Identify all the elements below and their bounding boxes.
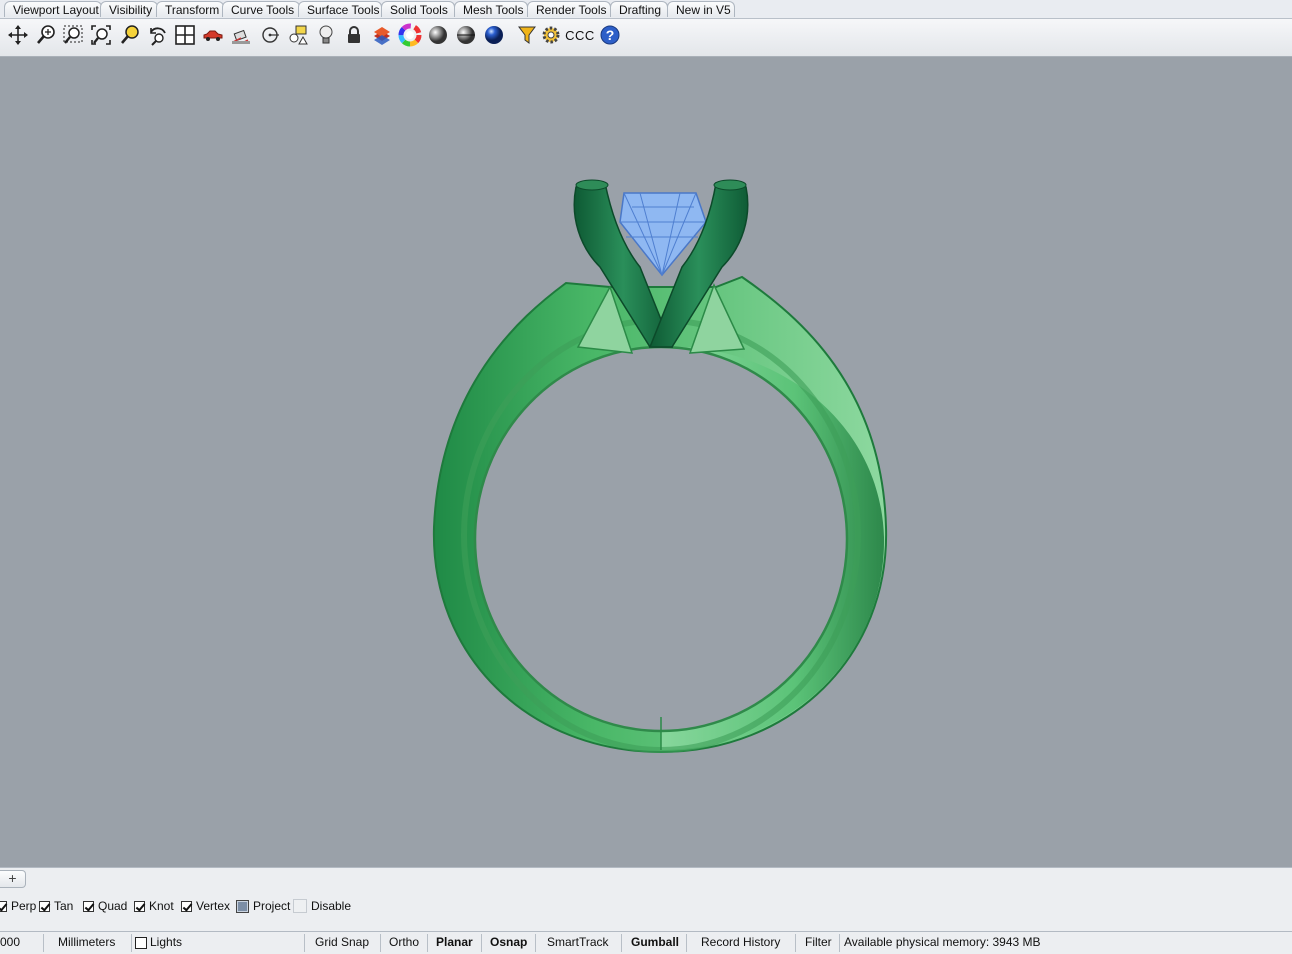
layer-pane[interactable]: Lights bbox=[135, 932, 182, 953]
osnap-panel: + Perp Tan Quad Knot Vertex Project Disa… bbox=[0, 867, 1292, 932]
vertex-label: Vertex bbox=[196, 899, 231, 913]
project-checkbox[interactable] bbox=[236, 899, 249, 913]
osnap-quad[interactable]: Quad bbox=[83, 898, 127, 914]
tab-viewport-layout[interactable]: Viewport Layout bbox=[4, 1, 102, 17]
tab-drafting[interactable]: Drafting bbox=[610, 1, 668, 17]
tab-new-in-v5[interactable]: New in V5 bbox=[667, 1, 735, 17]
tab-label: Drafting bbox=[619, 3, 662, 17]
light-bulb-icon[interactable] bbox=[313, 22, 339, 48]
tab-surface-tools[interactable]: Surface Tools bbox=[298, 1, 382, 17]
tab-label: Visibility bbox=[109, 3, 153, 17]
planar-toggle[interactable]: Planar bbox=[436, 932, 473, 953]
help-icon[interactable]: ? bbox=[597, 22, 623, 48]
divider bbox=[304, 934, 305, 952]
tab-label: New in V5 bbox=[676, 3, 731, 17]
perp-checkbox[interactable] bbox=[0, 900, 7, 912]
tab-label: Transform bbox=[165, 3, 220, 17]
svg-text:?: ? bbox=[606, 27, 615, 43]
ortho-toggle[interactable]: Ortho bbox=[389, 932, 419, 953]
osnap-project[interactable]: Project bbox=[236, 898, 290, 914]
zoom-extents-icon[interactable] bbox=[88, 22, 114, 48]
pan-icon[interactable] bbox=[5, 22, 31, 48]
ribbon-tab-strip: Viewport Layout Visibility Transform Cur… bbox=[0, 0, 1292, 19]
tan-label: Tan bbox=[54, 899, 74, 913]
ccc-label: CCC bbox=[565, 27, 595, 43]
gear-icon[interactable] bbox=[538, 22, 564, 48]
smarttrack-toggle[interactable]: SmartTrack bbox=[547, 932, 609, 953]
four-viewports-icon[interactable] bbox=[172, 22, 198, 48]
zoom-icon[interactable] bbox=[33, 22, 59, 48]
circle-snap-icon[interactable] bbox=[257, 22, 283, 48]
tab-label: Surface Tools bbox=[307, 3, 380, 17]
divider bbox=[43, 934, 44, 952]
divider bbox=[427, 934, 428, 952]
filter-toggle[interactable]: Filter bbox=[805, 932, 832, 953]
coordinate-readout: 000 bbox=[0, 935, 21, 949]
project-label: Project bbox=[253, 899, 291, 913]
tab-mesh-tools[interactable]: Mesh Tools bbox=[454, 1, 528, 17]
osnap-toggle[interactable]: Osnap bbox=[490, 932, 527, 953]
material-sphere-icon[interactable] bbox=[481, 22, 507, 48]
tab-label: Mesh Tools bbox=[463, 3, 524, 17]
add-panel-tab-button[interactable]: + bbox=[0, 870, 26, 888]
layer-shapes-icon[interactable] bbox=[285, 22, 311, 48]
divider bbox=[621, 934, 622, 952]
osnap-knot[interactable]: Knot bbox=[134, 898, 174, 914]
filter-icon[interactable] bbox=[514, 22, 540, 48]
tab-visibility[interactable]: Visibility bbox=[100, 1, 158, 17]
tab-label: Render Tools bbox=[536, 3, 607, 17]
osnap-tan[interactable]: Tan bbox=[39, 898, 73, 914]
memory-status: Available physical memory: 3943 MB bbox=[844, 935, 1041, 949]
knot-label: Knot bbox=[149, 899, 174, 913]
tab-curve-tools[interactable]: Curve Tools bbox=[222, 1, 300, 17]
tab-label: Viewport Layout bbox=[13, 3, 99, 17]
perspective-viewport[interactable] bbox=[0, 57, 1292, 867]
ring-model[interactable] bbox=[0, 57, 1292, 867]
tab-transform[interactable]: Transform bbox=[156, 1, 224, 17]
zoom-selected-icon[interactable] bbox=[117, 22, 143, 48]
camera-icon[interactable] bbox=[228, 22, 254, 48]
zoom-window-icon[interactable] bbox=[60, 22, 86, 48]
tab-solid-tools[interactable]: Solid Tools bbox=[381, 1, 455, 17]
osnap-vertex[interactable]: Vertex bbox=[181, 898, 230, 914]
grid-snap-toggle[interactable]: Grid Snap bbox=[315, 932, 369, 953]
car-icon[interactable] bbox=[200, 22, 226, 48]
tab-label: Solid Tools bbox=[390, 3, 448, 17]
status-bar: 000 Millimeters Lights Grid Snap Ortho P… bbox=[0, 931, 1292, 954]
gumball-toggle[interactable]: Gumball bbox=[631, 932, 679, 953]
tab-render-tools[interactable]: Render Tools bbox=[527, 1, 611, 17]
knot-checkbox[interactable] bbox=[134, 900, 145, 912]
divider bbox=[839, 934, 840, 952]
rendered-sphere-icon[interactable] bbox=[453, 22, 479, 48]
toolbar: CCC ? bbox=[0, 19, 1292, 57]
layer-label: Lights bbox=[150, 935, 183, 949]
divider bbox=[131, 934, 132, 952]
osnap-perp[interactable]: Perp bbox=[0, 898, 36, 914]
layer-color-swatch bbox=[135, 936, 147, 949]
disable-label: Disable bbox=[311, 899, 352, 913]
vertex-checkbox[interactable] bbox=[181, 900, 192, 912]
text-ccc-icon[interactable]: CCC bbox=[565, 22, 595, 48]
quad-checkbox[interactable] bbox=[83, 900, 94, 912]
color-wheel-icon[interactable] bbox=[397, 22, 423, 48]
divider bbox=[380, 934, 381, 952]
quad-label: Quad bbox=[98, 899, 128, 913]
divider bbox=[481, 934, 482, 952]
layers-icon[interactable] bbox=[369, 22, 395, 48]
disable-checkbox[interactable] bbox=[293, 899, 307, 913]
divider bbox=[795, 934, 796, 952]
perp-label: Perp bbox=[11, 899, 37, 913]
tan-checkbox[interactable] bbox=[39, 900, 50, 912]
divider bbox=[686, 934, 687, 952]
divider bbox=[535, 934, 536, 952]
shaded-sphere-icon[interactable] bbox=[425, 22, 451, 48]
tab-label: Curve Tools bbox=[231, 3, 295, 17]
units-pane[interactable]: Millimeters bbox=[58, 932, 115, 953]
record-history-toggle[interactable]: Record History bbox=[701, 932, 780, 953]
lock-icon[interactable] bbox=[341, 22, 367, 48]
osnap-disable[interactable]: Disable bbox=[293, 898, 351, 914]
rotate-view-icon[interactable] bbox=[145, 22, 171, 48]
